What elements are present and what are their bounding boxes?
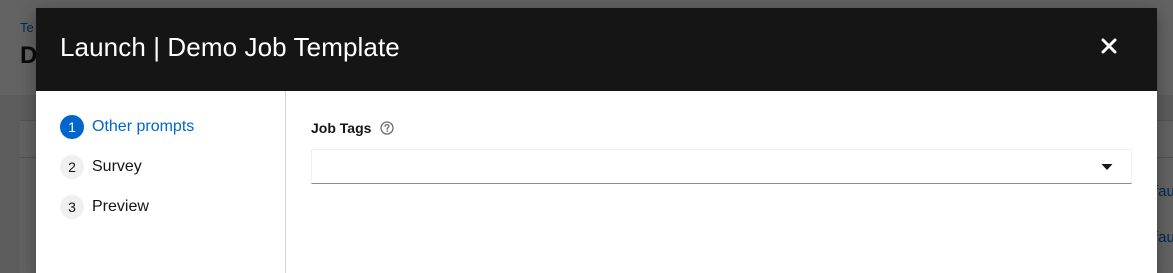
wizard-body: Job Tags: [287, 91, 1157, 273]
wizard-step-preview[interactable]: 3 Preview: [60, 195, 149, 219]
step-label: Other prompts: [92, 118, 195, 135]
close-icon: [1101, 38, 1117, 54]
caret-down-icon: [1101, 164, 1113, 170]
wizard-step-survey[interactable]: 2 Survey: [60, 155, 142, 179]
job-tags-label-row: Job Tags: [311, 120, 395, 136]
wizard-nav: 1 Other prompts 2 Survey 3 Preview: [36, 91, 286, 273]
step-number: 3: [60, 195, 84, 219]
question-circle-icon[interactable]: [380, 121, 395, 135]
step-label: Preview: [92, 198, 149, 215]
step-number: 2: [60, 155, 84, 179]
wizard-step-other-prompts[interactable]: 1 Other prompts: [60, 115, 194, 139]
step-number: 1: [60, 115, 84, 139]
modal-title: Launch | Demo Job Template: [60, 32, 400, 62]
modal-header: Launch | Demo Job Template: [36, 8, 1157, 91]
job-tags-select[interactable]: [311, 149, 1132, 184]
job-tags-label: Job Tags: [311, 120, 372, 136]
close-button[interactable]: [1097, 34, 1121, 58]
step-label: Survey: [92, 158, 142, 175]
launch-modal: Launch | Demo Job Template 1 Other promp…: [36, 8, 1157, 273]
